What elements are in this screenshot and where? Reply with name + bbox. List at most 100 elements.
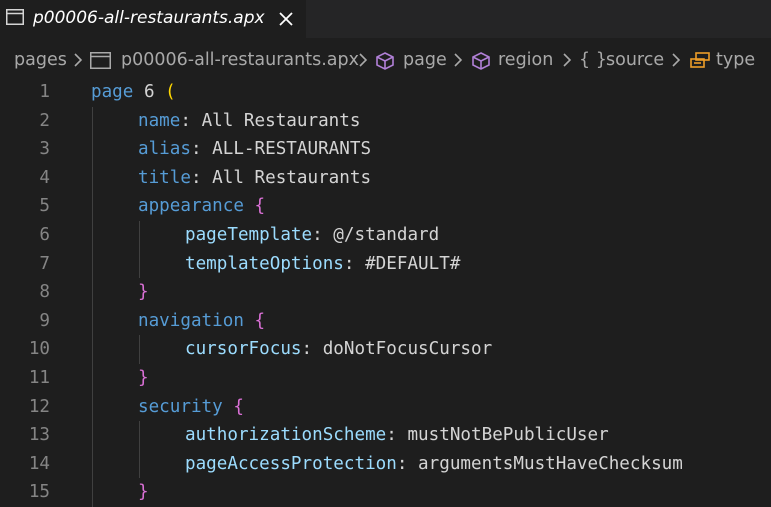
code-line[interactable]: 4 title: All Restaurants	[0, 164, 771, 193]
code-line[interactable]: 2 name: All Restaurants	[0, 107, 771, 136]
line-code: name: All Restaurants	[138, 107, 360, 136]
code-key: pageTemplate	[185, 225, 313, 245]
line-code: templateOptions: #DEFAULT#	[185, 250, 460, 279]
chevron-right-icon	[359, 53, 368, 67]
code-separator: :	[386, 425, 408, 446]
chevron-right-icon	[74, 53, 83, 67]
breadcrumb-item-source[interactable]: source	[606, 50, 664, 70]
line-number: 14	[28, 453, 50, 474]
code-key: cursorFocus	[185, 339, 302, 360]
line-code: }	[138, 278, 149, 307]
cube-icon	[376, 52, 394, 70]
chevron-right-icon	[672, 53, 681, 67]
code-value: ALL-RESTAURANTS	[212, 139, 372, 160]
line-number: 13	[28, 425, 50, 446]
code-value: mustNotBePublicUser	[407, 425, 609, 446]
line-code: security {	[138, 393, 244, 422]
line-code: authorizationScheme: mustNotBePublicUser	[185, 421, 609, 450]
code-key: security	[138, 396, 223, 417]
code-separator: :	[190, 167, 213, 188]
line-number: 12	[28, 396, 50, 417]
code-separator	[133, 82, 144, 102]
code-key: title	[138, 167, 191, 188]
line-number: 10	[28, 339, 50, 360]
code-key: pageAccessProtection	[185, 453, 397, 474]
line-code: }	[138, 364, 149, 393]
breadcrumb-item-region[interactable]: region	[498, 50, 553, 70]
chevron-right-icon	[454, 53, 463, 67]
close-icon[interactable]	[275, 8, 297, 30]
code-key: appearance	[138, 196, 244, 217]
code-line[interactable]: 13 authorizationScheme: mustNotBePublicUs…	[0, 421, 771, 450]
code-line[interactable]: 1 page 6 (	[0, 78, 771, 107]
breadcrumb-item-pages[interactable]: pages	[14, 50, 67, 70]
code-separator: :	[180, 110, 202, 131]
cube-icon	[472, 52, 490, 70]
code-value: doNotFocusCursor	[322, 339, 493, 360]
code-key: name	[138, 110, 181, 131]
breadcrumb: pages p00006-all-restaurants.apx page re…	[0, 38, 771, 78]
line-code: }	[138, 478, 149, 507]
code-separator: :	[301, 339, 323, 360]
braces-icon: { }	[579, 50, 607, 70]
line-code: cursorFocus: doNotFocusCursor	[185, 335, 492, 364]
breadcrumb-item-file[interactable]: p00006-all-restaurants.apx	[121, 50, 359, 70]
code-line[interactable]: 5 appearance {	[0, 192, 771, 221]
line-number: 11	[28, 368, 50, 388]
line-number: 1	[39, 82, 50, 102]
code-separator: :	[190, 139, 213, 160]
code-line[interactable]: 15}	[0, 478, 771, 507]
line-number: 8	[39, 282, 50, 303]
line-code: pageTemplate: @/standard	[185, 221, 439, 250]
line-number: 15	[28, 482, 50, 503]
code-value: @/standard	[333, 225, 440, 245]
code-value: #DEFAULT#	[365, 253, 461, 274]
file-icon	[6, 9, 24, 25]
code-line[interactable]: 10 cursorFocus: doNotFocusCursor	[0, 335, 771, 364]
line-code: alias: ALL-RESTAURANTS	[138, 135, 371, 164]
code-key: templateOptions	[185, 253, 344, 274]
code-separator: :	[312, 225, 334, 245]
breadcrumb-item-page[interactable]: page	[403, 50, 447, 70]
code-key: alias	[138, 139, 191, 160]
code-value: All Restaurants	[212, 167, 372, 188]
code-line[interactable]: 3 alias: ALL-RESTAURANTS	[0, 135, 771, 164]
code-key: authorizationScheme	[185, 425, 387, 446]
code-value: All Restaurants	[201, 110, 361, 131]
code-key: navigation	[138, 310, 244, 331]
line-code: page 6 (	[91, 78, 176, 107]
tab-p00006-all-restaurants[interactable]: p00006-all-restaurants.apx	[0, 0, 306, 38]
line-number: 6	[39, 225, 50, 245]
code-separator	[244, 311, 255, 331]
line-code: pageAccessProtection: argumentsMustHaveC…	[185, 450, 683, 479]
code-editor[interactable]: 1 page 6 (2 name: All Restaurants 3 alias: A…	[0, 78, 771, 507]
code-bracket: }	[138, 368, 149, 388]
line-number: 9	[39, 310, 50, 331]
tab-bar: p00006-all-restaurants.apx	[0, 0, 771, 38]
file-icon	[90, 52, 111, 69]
code-separator	[244, 196, 255, 216]
code-line[interactable]: 14 pageAccessProtection: argumentsMustHav…	[0, 450, 771, 479]
code-separator: :	[396, 453, 419, 474]
code-bracket: {	[233, 396, 244, 417]
line-number: 2	[39, 110, 50, 131]
code-value: argumentsMustHaveChecksum	[418, 453, 683, 474]
code-bracket: {	[254, 310, 266, 331]
code-line[interactable]: 8}	[0, 278, 771, 307]
code-value: 6	[143, 82, 155, 102]
line-number: 3	[39, 139, 50, 160]
breadcrumb-item-type[interactable]: type	[716, 50, 755, 70]
code-separator: :	[343, 253, 366, 274]
code-line[interactable]: 11}	[0, 364, 771, 393]
code-bracket: (	[165, 82, 176, 102]
code-line[interactable]: 6 pageTemplate: @/standard	[0, 221, 771, 250]
code-line[interactable]: 9 navigation {	[0, 307, 771, 336]
line-code: title: All Restaurants	[138, 164, 371, 193]
code-line[interactable]: 12 security {	[0, 393, 771, 422]
code-separator	[223, 397, 234, 417]
code-key: page	[91, 82, 134, 102]
code-bracket: }	[138, 282, 149, 303]
line-number: 5	[39, 196, 50, 217]
code-line[interactable]: 7 templateOptions: #DEFAULT#	[0, 250, 771, 279]
